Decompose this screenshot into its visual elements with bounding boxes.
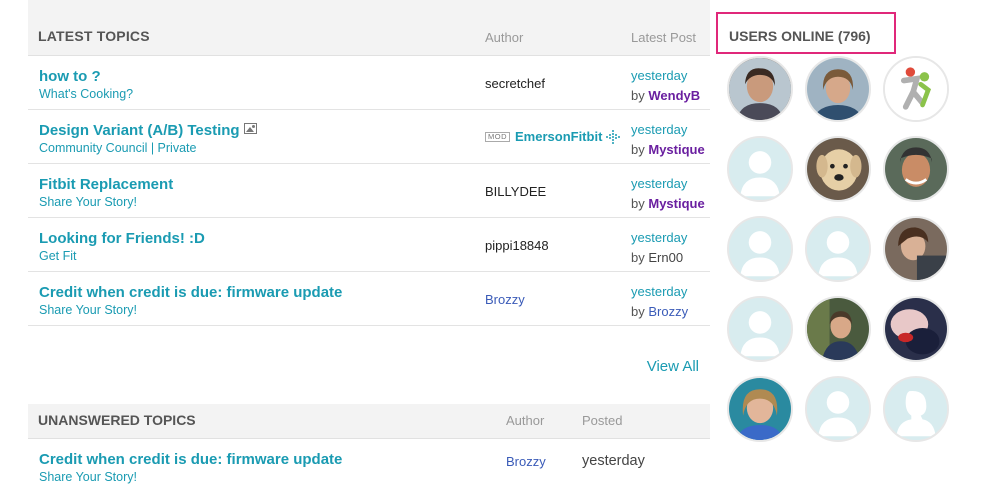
avatar[interactable] bbox=[727, 296, 793, 362]
avatar[interactable] bbox=[805, 376, 871, 442]
topic-author[interactable]: BILLYDEE bbox=[485, 184, 546, 199]
latest-post: yesterday by Mystique bbox=[631, 174, 705, 214]
latest-post: yesterday by Mystique bbox=[631, 120, 705, 160]
avatar[interactable] bbox=[727, 136, 793, 202]
latest-post-time[interactable]: yesterday bbox=[631, 228, 687, 248]
latest-post-user[interactable]: Ern00 bbox=[648, 250, 683, 265]
topic-title-link[interactable]: Credit when credit is due: firmware upda… bbox=[39, 284, 342, 301]
image-attachment-icon bbox=[243, 123, 257, 134]
posted-time: yesterday bbox=[582, 453, 645, 469]
mod-badge: MOD bbox=[485, 131, 510, 142]
topic-title-link[interactable]: Looking for Friends! :D bbox=[39, 230, 205, 247]
avatar[interactable] bbox=[805, 136, 871, 202]
table-row: Credit when credit is due: firmware upda… bbox=[28, 439, 710, 484]
posted-column-header: Posted bbox=[582, 413, 623, 428]
author-column-header: Author bbox=[506, 413, 545, 428]
dog-photo-icon bbox=[807, 138, 869, 200]
unanswered-topics-title: UNANSWERED TOPICS bbox=[38, 412, 196, 428]
view-all-link[interactable]: View All bbox=[647, 358, 699, 375]
latest-post: yesterday by WendyB bbox=[631, 66, 700, 106]
author-name[interactable]: EmersonFitbit bbox=[515, 129, 602, 144]
latest-post: yesterday by Brozzy bbox=[631, 282, 688, 322]
latest-topics-header: LATEST TOPICS Author Latest Post bbox=[28, 0, 710, 56]
default-avatar-icon bbox=[729, 298, 791, 360]
latest-topics-title: LATEST TOPICS bbox=[38, 28, 150, 44]
latest-post-user[interactable]: Brozzy bbox=[648, 304, 688, 319]
topic-author[interactable]: pippi18848 bbox=[485, 238, 549, 253]
user-photo-icon bbox=[807, 58, 869, 120]
by-label: by bbox=[631, 88, 645, 103]
avatar[interactable] bbox=[805, 296, 871, 362]
avatar[interactable] bbox=[883, 136, 949, 202]
user-photo-icon bbox=[729, 58, 791, 120]
latest-post: yesterday by Ern00 bbox=[631, 228, 687, 268]
avatar[interactable] bbox=[883, 376, 949, 442]
author-column-header: Author bbox=[485, 30, 524, 45]
user-photo-icon bbox=[729, 378, 791, 440]
by-label: by bbox=[631, 250, 645, 265]
table-row: Looking for Friends! :D Get Fit pippi188… bbox=[28, 218, 710, 272]
topic-title-link[interactable]: Design Variant (A/B) Testing bbox=[39, 122, 257, 139]
avatar[interactable] bbox=[727, 376, 793, 442]
avatar[interactable] bbox=[883, 216, 949, 282]
user-photo-icon bbox=[885, 138, 947, 200]
topic-board-link[interactable]: Share Your Story! bbox=[39, 470, 137, 484]
sidebar: USERS ONLINE (796) bbox=[716, 0, 999, 484]
default-avatar-icon bbox=[807, 218, 869, 280]
latest-post-time[interactable]: yesterday bbox=[631, 120, 705, 140]
avatar[interactable] bbox=[727, 56, 793, 122]
table-row: how to ? What's Cooking? secretchef yest… bbox=[28, 56, 710, 110]
runner-logo-icon bbox=[885, 58, 947, 120]
users-online-title: USERS ONLINE (796) bbox=[716, 12, 896, 54]
main-content: LATEST TOPICS Author Latest Post how to … bbox=[28, 0, 710, 484]
latest-post-user[interactable]: WendyB bbox=[648, 88, 700, 103]
topic-author[interactable]: Brozzy bbox=[485, 292, 525, 307]
avatar[interactable] bbox=[727, 216, 793, 282]
latest-post-time[interactable]: yesterday bbox=[631, 174, 705, 194]
avatar[interactable] bbox=[883, 296, 949, 362]
topic-author[interactable]: Brozzy bbox=[506, 454, 546, 469]
topic-board-link[interactable]: Community Council | Private bbox=[39, 141, 196, 155]
table-row: Fitbit Replacement Share Your Story! BIL… bbox=[28, 164, 710, 218]
topic-author[interactable]: secretchef bbox=[485, 76, 545, 91]
topic-title-link[interactable]: how to ? bbox=[39, 68, 101, 85]
default-avatar-icon bbox=[729, 218, 791, 280]
by-label: by bbox=[631, 196, 645, 211]
default-avatar-side-icon bbox=[885, 378, 947, 440]
user-photo-icon bbox=[885, 298, 947, 360]
default-avatar-icon bbox=[807, 378, 869, 440]
latest-post-user[interactable]: Mystique bbox=[648, 196, 704, 211]
topic-board-link[interactable]: Share Your Story! bbox=[39, 195, 137, 209]
topic-board-link[interactable]: Get Fit bbox=[39, 249, 77, 263]
view-all-row: View All bbox=[28, 326, 710, 404]
topic-board-link[interactable]: What's Cooking? bbox=[39, 87, 133, 101]
topic-title-link[interactable]: Fitbit Replacement bbox=[39, 176, 173, 193]
topic-title-text[interactable]: Design Variant (A/B) Testing bbox=[39, 122, 240, 139]
topic-board-link[interactable]: Share Your Story! bbox=[39, 303, 137, 317]
default-avatar-icon bbox=[729, 138, 791, 200]
latest-post-user[interactable]: Mystique bbox=[648, 142, 704, 157]
topic-author[interactable]: MOD EmersonFitbit bbox=[485, 129, 621, 144]
latest-post-time[interactable]: yesterday bbox=[631, 282, 688, 302]
latest-post-column-header: Latest Post bbox=[631, 30, 697, 45]
latest-post-time[interactable]: yesterday bbox=[631, 66, 700, 86]
avatar[interactable] bbox=[883, 56, 949, 122]
topic-title-link[interactable]: Credit when credit is due: firmware upda… bbox=[39, 451, 342, 468]
by-label: by bbox=[631, 142, 645, 157]
table-row: Credit when credit is due: firmware upda… bbox=[28, 272, 710, 326]
user-photo-icon bbox=[807, 298, 869, 360]
unanswered-topics-header: UNANSWERED TOPICS Author Posted bbox=[28, 404, 710, 439]
avatar[interactable] bbox=[805, 56, 871, 122]
fitbit-logo-icon bbox=[606, 129, 621, 144]
by-label: by bbox=[631, 304, 645, 319]
avatar[interactable] bbox=[805, 216, 871, 282]
user-photo-icon bbox=[885, 218, 947, 280]
table-row: Design Variant (A/B) Testing Community C… bbox=[28, 110, 710, 164]
